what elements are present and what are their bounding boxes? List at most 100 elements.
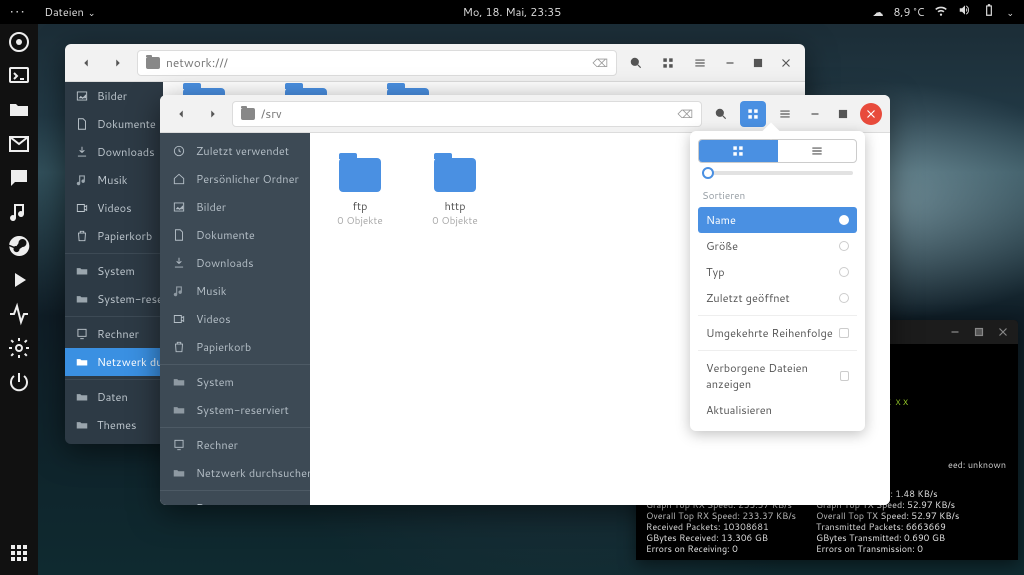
- sidebar-item[interactable]: Dokumente: [65, 110, 163, 138]
- activity-icon[interactable]: [7, 302, 31, 326]
- view-grid-option[interactable]: [699, 140, 778, 162]
- clear-icon[interactable]: ⌫: [677, 106, 693, 122]
- wifi-icon[interactable]: [934, 3, 948, 21]
- sidebar-item-label: Videos: [97, 200, 132, 216]
- sidebar-item[interactable]: Musik: [65, 166, 163, 194]
- play-icon[interactable]: [7, 268, 31, 292]
- sidebar-item[interactable]: System-reservier: [65, 285, 163, 313]
- steam-icon[interactable]: [7, 234, 31, 258]
- clock[interactable]: Mo, 18. Mai, 23:35: [463, 4, 561, 20]
- sidebar-item-label: Downloads: [196, 255, 254, 271]
- sidebar-item[interactable]: Daten: [160, 494, 310, 505]
- sidebar-back: Bilder Dokumente Downloads Musik Videos Papie…: [65, 82, 163, 444]
- power-icon[interactable]: [7, 370, 31, 394]
- reverse-toggle[interactable]: Umgekehrte Reihenfolge: [698, 320, 857, 346]
- dock: [0, 24, 38, 575]
- app-menu[interactable]: Dateien ⌄: [36, 4, 103, 20]
- activities-button[interactable]: •••: [0, 4, 36, 20]
- list-view-button[interactable]: [772, 101, 798, 127]
- chromium-icon[interactable]: [7, 30, 31, 54]
- max-button[interactable]: [970, 323, 988, 341]
- forward-button[interactable]: [200, 101, 226, 127]
- back-button[interactable]: [73, 50, 99, 76]
- sidebar-item[interactable]: Zuletzt verwendet: [160, 137, 310, 165]
- grid-view-button[interactable]: [655, 50, 681, 76]
- view-list-option[interactable]: [778, 140, 857, 162]
- speed-line: eed: unknown: [948, 458, 1006, 471]
- sidebar-item[interactable]: Downloads: [65, 138, 163, 166]
- folder-item[interactable]: ftp0 Objekte: [330, 158, 390, 228]
- grid-view-button[interactable]: [740, 101, 766, 127]
- list-view-button[interactable]: [687, 50, 713, 76]
- sidebar-item[interactable]: Themes: [65, 411, 163, 439]
- back-button[interactable]: [168, 101, 194, 127]
- sort-option-label: Typ: [706, 264, 725, 280]
- sidebar-item[interactable]: Daten: [65, 383, 163, 411]
- app-grid-button[interactable]: [7, 541, 31, 565]
- folder-item[interactable]: http0 Objekte: [425, 158, 485, 228]
- forward-button[interactable]: [105, 50, 131, 76]
- sidebar-item-label: Downloads: [97, 144, 155, 160]
- close-button[interactable]: [994, 323, 1012, 341]
- terminal-icon[interactable]: [7, 64, 31, 88]
- min-button[interactable]: [804, 103, 826, 125]
- topbar: ••• Dateien ⌄ Mo, 18. Mai, 23:35 ☁ 8,9 °…: [0, 0, 1024, 24]
- music-icon[interactable]: [7, 200, 31, 224]
- clear-icon[interactable]: ⌫: [592, 55, 608, 71]
- files-icon[interactable]: [7, 98, 31, 122]
- battery-icon[interactable]: [982, 3, 996, 21]
- sidebar-item[interactable]: System: [65, 257, 163, 285]
- sidebar-item-label: Zuletzt verwendet: [196, 143, 289, 159]
- hidden-toggle[interactable]: Verborgene Dateien anzeigen: [698, 355, 857, 397]
- reload-button[interactable]: Aktualisieren: [698, 397, 857, 423]
- max-button[interactable]: [747, 52, 769, 74]
- volume-icon[interactable]: [958, 3, 972, 21]
- location-bar[interactable]: /srv ⌫: [232, 101, 702, 127]
- sort-option[interactable]: Größe: [698, 233, 857, 259]
- zoom-slider[interactable]: [702, 171, 853, 175]
- sidebar-item[interactable]: Papierkorb: [160, 333, 310, 361]
- min-button[interactable]: [946, 323, 964, 341]
- sidebar-item[interactable]: Downloads: [160, 249, 310, 277]
- location-bar[interactable]: network:/// ⌫: [137, 50, 617, 76]
- sidebar-item[interactable]: Musik: [160, 277, 310, 305]
- zoom-knob[interactable]: [702, 167, 714, 179]
- search-button[interactable]: [708, 101, 734, 127]
- sidebar-item[interactable]: Videos: [160, 305, 310, 333]
- sort-option-label: Zuletzt geöffnet: [706, 290, 790, 306]
- chevron-down-icon[interactable]: ⌄: [1006, 6, 1014, 19]
- sidebar-item[interactable]: System: [160, 368, 310, 396]
- sidebar-item[interactable]: Persönlicher Ordner: [160, 165, 310, 193]
- chat-icon[interactable]: [7, 166, 31, 190]
- mail-icon[interactable]: [7, 132, 31, 156]
- sidebar-item[interactable]: Icons: [65, 439, 163, 444]
- sidebar-item[interactable]: Rechner: [160, 431, 310, 459]
- sidebar-item[interactable]: Netzwerk durchsuchen: [160, 459, 310, 487]
- max-button[interactable]: [832, 103, 854, 125]
- settings-icon[interactable]: [7, 336, 31, 360]
- weather-icon[interactable]: ☁: [872, 4, 883, 20]
- chevron-down-icon: ⌄: [88, 6, 96, 19]
- search-button[interactable]: [623, 50, 649, 76]
- sidebar-item[interactable]: Bilder: [160, 193, 310, 221]
- min-button[interactable]: [719, 52, 741, 74]
- folder-name: http: [425, 198, 485, 214]
- sidebar-front: Zuletzt verwendet Persönlicher OrdnerBild…: [160, 133, 310, 505]
- sidebar-item[interactable]: Papierkorb: [65, 222, 163, 250]
- sort-option[interactable]: Zuletzt geöffnet: [698, 285, 857, 311]
- close-button[interactable]: [775, 52, 797, 74]
- radio-icon: [839, 267, 849, 277]
- folder-count: 0 Objekte: [330, 214, 390, 228]
- sidebar-item-label: Dokumente: [97, 116, 156, 132]
- sidebar-item[interactable]: Netzwerk durchs: [65, 348, 163, 376]
- checkbox-icon: [839, 328, 849, 338]
- sidebar-item[interactable]: Videos: [65, 194, 163, 222]
- sidebar-item[interactable]: Bilder: [65, 82, 163, 110]
- sort-option[interactable]: Typ: [698, 259, 857, 285]
- sidebar-item[interactable]: Dokumente: [160, 221, 310, 249]
- close-button[interactable]: [860, 103, 882, 125]
- folder-name: ftp: [330, 198, 390, 214]
- sort-option[interactable]: Name: [698, 207, 857, 233]
- sidebar-item[interactable]: Rechner: [65, 320, 163, 348]
- sidebar-item[interactable]: System-reserviert: [160, 396, 310, 424]
